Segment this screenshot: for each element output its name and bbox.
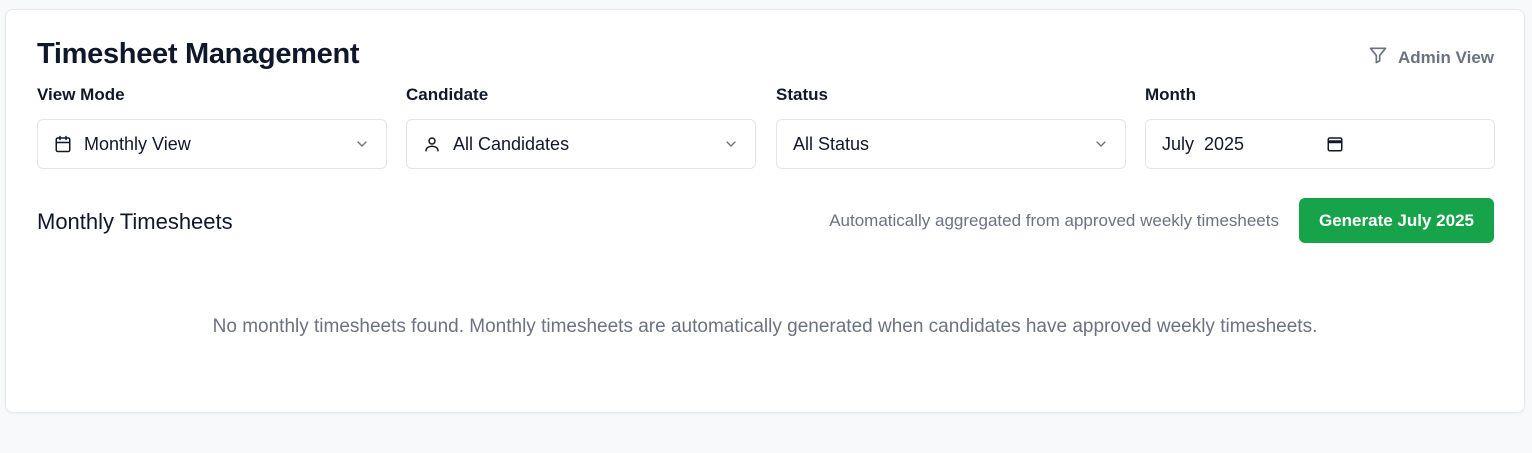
admin-view-button[interactable]: Admin View xyxy=(1368,45,1494,70)
filter-icon xyxy=(1368,45,1388,70)
empty-state-message: No monthly timesheets found. Monthly tim… xyxy=(212,316,1318,337)
user-icon xyxy=(423,135,441,153)
status-filter: Status All Status xyxy=(776,84,1126,169)
month-filter: Month July 2025 xyxy=(1145,84,1495,169)
month-input[interactable]: July 2025 xyxy=(1145,119,1495,169)
calendar-icon[interactable] xyxy=(1326,135,1344,153)
status-value: All Status xyxy=(793,133,870,154)
candidate-value: All Candidates xyxy=(453,133,570,154)
month-label: Month xyxy=(1145,85,1196,104)
page-title: Timesheet Management xyxy=(37,38,360,70)
view-mode-select[interactable]: Monthly View xyxy=(37,119,387,169)
status-select[interactable]: All Status xyxy=(776,119,1126,169)
calendar-icon xyxy=(54,135,72,153)
candidate-filter: Candidate All Candidates xyxy=(406,84,756,169)
status-label: Status xyxy=(776,85,828,104)
chevron-down-icon xyxy=(723,136,739,152)
section-title: Monthly Timesheets xyxy=(37,209,233,234)
timesheet-card: Timesheet Management Admin View View Mod… xyxy=(5,9,1525,413)
view-mode-label: View Mode xyxy=(37,85,125,104)
month-value: July 2025 xyxy=(1162,133,1245,154)
section-note: Automatically aggregated from approved w… xyxy=(829,211,1279,230)
admin-view-label: Admin View xyxy=(1397,47,1494,67)
candidate-select[interactable]: All Candidates xyxy=(406,119,756,169)
chevron-down-icon xyxy=(354,136,370,152)
candidate-label: Candidate xyxy=(406,85,489,104)
view-mode-filter: View Mode Monthly View xyxy=(37,84,387,169)
generate-button[interactable]: Generate July 2025 xyxy=(1299,198,1494,243)
chevron-down-icon xyxy=(1093,136,1109,152)
view-mode-value: Monthly View xyxy=(84,133,191,154)
